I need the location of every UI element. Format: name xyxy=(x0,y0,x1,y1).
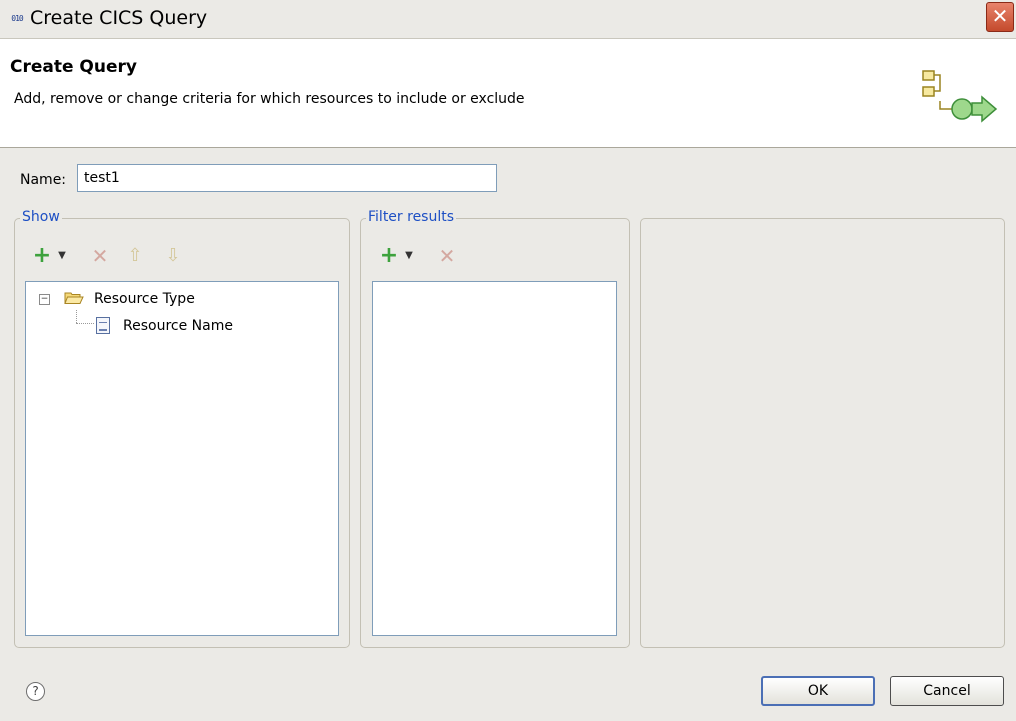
show-tree[interactable]: − Resource Type Resource Name xyxy=(25,281,339,636)
header-title: Create Query xyxy=(10,57,137,77)
collapse-icon[interactable]: − xyxy=(39,294,50,305)
help-icon[interactable]: ? xyxy=(26,682,45,701)
app-icon: 010 xyxy=(11,14,23,23)
name-label: Name: xyxy=(20,172,67,188)
filter-results-legend: Filter results xyxy=(366,209,457,225)
arrow-up-icon[interactable]: ⇧ xyxy=(125,246,145,266)
show-group-legend: Show xyxy=(20,209,62,225)
document-icon xyxy=(96,317,110,334)
show-toolbar: + ▼ ✕ ⇧ ⇩ xyxy=(30,245,200,268)
details-panel xyxy=(640,218,1005,648)
query-wizard-graphic-icon xyxy=(922,70,998,123)
tree-connector xyxy=(76,323,94,324)
delete-icon[interactable]: ✕ xyxy=(90,246,110,266)
delete-icon[interactable]: ✕ xyxy=(437,246,457,266)
cancel-button[interactable]: Cancel xyxy=(890,676,1004,706)
close-button[interactable]: ✕ xyxy=(986,2,1014,32)
tree-item-label: Resource Name xyxy=(123,318,233,334)
filter-results-list[interactable] xyxy=(372,281,617,636)
dropdown-arrow-icon[interactable]: ▼ xyxy=(399,246,419,266)
add-icon[interactable]: + xyxy=(379,245,399,267)
wizard-header: Create Query Add, remove or change crite… xyxy=(0,39,1016,148)
filter-toolbar: + ▼ ✕ xyxy=(377,245,467,268)
header-description: Add, remove or change criteria for which… xyxy=(14,91,525,107)
create-cics-query-dialog: 010 Create CICS Query ✕ Create Query Add… xyxy=(0,0,1016,721)
name-input[interactable] xyxy=(77,164,497,192)
dropdown-arrow-icon[interactable]: ▼ xyxy=(52,246,72,266)
folder-open-icon xyxy=(64,292,84,304)
tree-connector xyxy=(76,310,77,323)
title-bar[interactable]: 010 Create CICS Query ✕ xyxy=(0,0,1016,39)
add-icon[interactable]: + xyxy=(32,245,52,267)
tree-item-resource-name[interactable]: Resource Name xyxy=(96,315,326,337)
tree-item-label: Resource Type xyxy=(94,291,195,307)
arrow-down-icon[interactable]: ⇩ xyxy=(163,246,183,266)
ok-button[interactable]: OK xyxy=(761,676,875,706)
tree-item-resource-type[interactable]: − Resource Type xyxy=(38,288,328,310)
window-title: Create CICS Query xyxy=(30,7,208,29)
